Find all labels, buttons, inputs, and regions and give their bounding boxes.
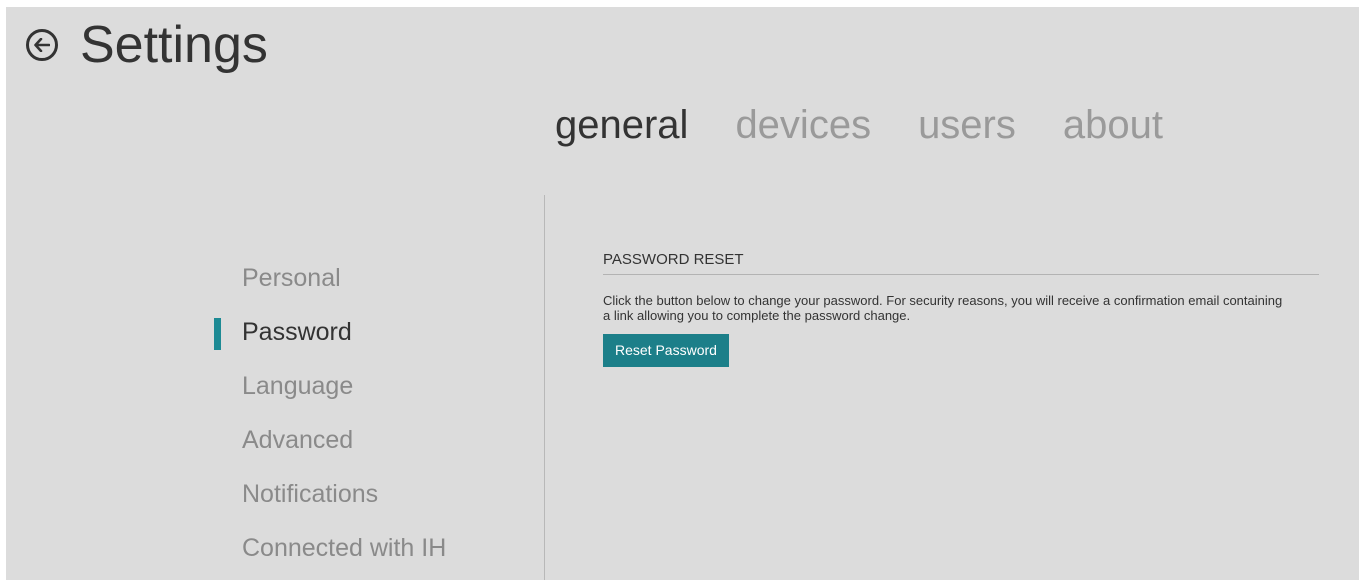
sidebar-item-notifications[interactable]: Notifications [214, 472, 534, 526]
vertical-divider [544, 195, 545, 580]
arrow-left-circle-icon [34, 38, 50, 52]
active-indicator [214, 318, 221, 350]
settings-window: Settings general devices users about Per… [6, 7, 1359, 580]
sidebar-item-password[interactable]: Password [214, 310, 534, 364]
sidebar-item-personal[interactable]: Personal [214, 256, 534, 310]
tab-general[interactable]: general [555, 100, 688, 150]
password-reset-panel: PASSWORD RESET Click the button below to… [603, 251, 1319, 367]
page-header: Settings [26, 15, 268, 75]
sidebar-item-language[interactable]: Language [214, 364, 534, 418]
tab-users[interactable]: users [918, 100, 1016, 150]
settings-tabs: general devices users about [555, 100, 1210, 150]
page-title: Settings [80, 16, 268, 74]
section-description: Click the button below to change your pa… [603, 293, 1283, 323]
tab-about[interactable]: about [1063, 100, 1163, 150]
sidebar-item-advanced[interactable]: Advanced [214, 418, 534, 472]
tab-devices[interactable]: devices [735, 100, 871, 150]
section-title: PASSWORD RESET [603, 251, 1319, 275]
reset-password-button[interactable]: Reset Password [603, 334, 729, 367]
sidebar-nav: Personal Password Language Advanced Noti… [214, 256, 534, 580]
sidebar-item-label: Password [242, 318, 352, 346]
back-button[interactable] [26, 29, 58, 61]
sidebar-item-connected-with-ih[interactable]: Connected with IH [214, 526, 534, 580]
